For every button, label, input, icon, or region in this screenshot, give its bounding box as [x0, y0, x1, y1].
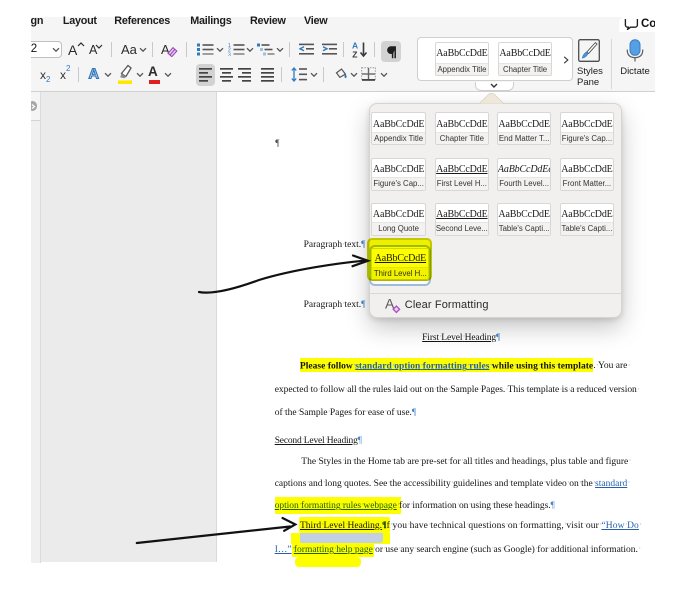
svg-text:Z: Z — [352, 50, 357, 60]
svg-text:3: 3 — [228, 52, 231, 56]
svg-text:A: A — [89, 67, 100, 82]
